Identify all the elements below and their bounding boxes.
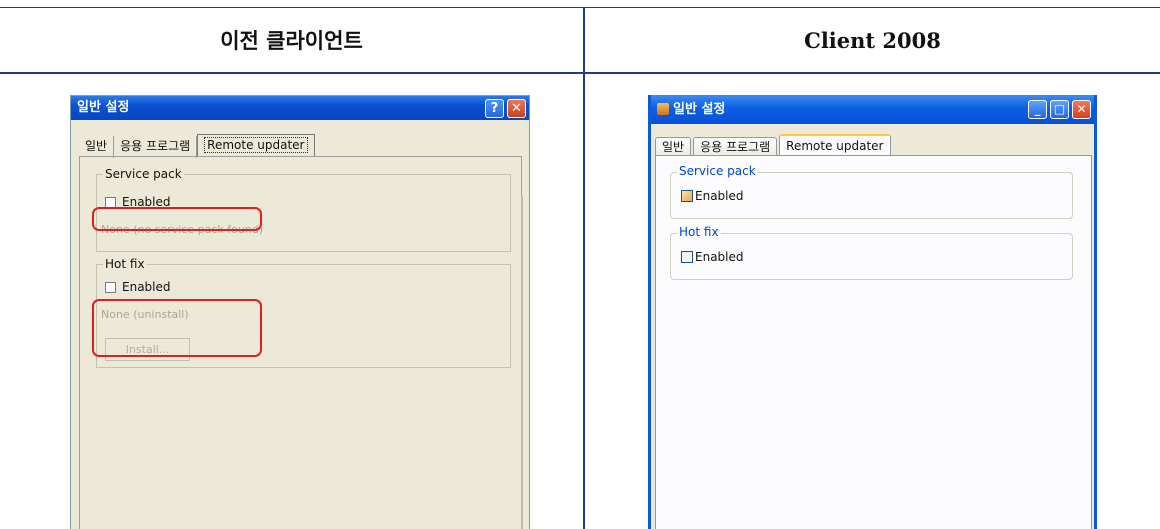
old-dialog-title: 일반 설정 (71, 96, 529, 120)
hot-fix-enabled-checkbox[interactable]: Enabled (681, 250, 744, 264)
table-header-rule (0, 72, 1160, 74)
old-tab-bar: 일반 응용 프로그램 Remote updater (79, 134, 315, 158)
tab-remote-updater[interactable]: Remote updater (197, 134, 315, 157)
minimize-button[interactable]: _ (1028, 100, 1047, 119)
column-header-previous-client: 이전 클라이언트 (220, 29, 363, 53)
service-pack-group: Service pack Enabled (670, 164, 1073, 219)
highlight-service-pack-status (92, 207, 262, 231)
new-tab-panel: Service pack Enabled Hot fix Enabled (655, 155, 1092, 529)
tab-applications[interactable]: 응용 프로그램 (693, 137, 778, 156)
checkbox-box[interactable] (681, 190, 693, 202)
help-button[interactable]: ? (485, 99, 504, 118)
checkbox-label: Enabled (122, 280, 171, 294)
tab-general[interactable]: 일반 (655, 137, 692, 156)
maximize-button[interactable]: □ (1050, 100, 1069, 119)
new-tab-bar: 일반 응용 프로그램 Remote updater (655, 134, 891, 157)
service-pack-enabled-checkbox[interactable]: Enabled (681, 189, 744, 203)
tab-remote-updater[interactable]: Remote updater (779, 134, 891, 157)
new-settings-dialog: 일반 설정 _ □ ✕ 일반 응용 프로그램 Remote updater Se… (648, 95, 1097, 529)
table-column-divider (583, 7, 585, 529)
panel-edge (521, 196, 523, 529)
hot-fix-group: Hot fix Enabled (670, 225, 1073, 280)
checkbox-label: Enabled (695, 189, 744, 203)
tab-remote-updater-label: Remote updater (204, 137, 308, 153)
checkbox-box[interactable] (105, 196, 116, 208)
highlight-hot-fix-controls (92, 299, 262, 357)
close-button[interactable]: ✕ (1072, 100, 1091, 119)
tab-general[interactable]: 일반 (79, 136, 115, 158)
column-header-client-2008: Client 2008 (804, 27, 941, 53)
service-pack-legend: Service pack (677, 164, 758, 178)
service-pack-legend: Service pack (103, 167, 184, 181)
checkbox-box[interactable] (681, 251, 693, 263)
hot-fix-legend: Hot fix (103, 257, 147, 271)
hot-fix-enabled-checkbox[interactable]: Enabled (105, 280, 171, 294)
hot-fix-legend: Hot fix (677, 225, 721, 239)
checkbox-label: Enabled (695, 250, 744, 264)
app-icon (657, 103, 669, 115)
close-button[interactable]: ✕ (507, 99, 526, 118)
old-settings-dialog: 일반 설정 ? ✕ 일반 응용 프로그램 Remote updater Serv… (70, 95, 530, 529)
tab-applications[interactable]: 응용 프로그램 (114, 136, 198, 158)
table-top-rule (0, 7, 1160, 8)
checkbox-box[interactable] (105, 281, 116, 293)
